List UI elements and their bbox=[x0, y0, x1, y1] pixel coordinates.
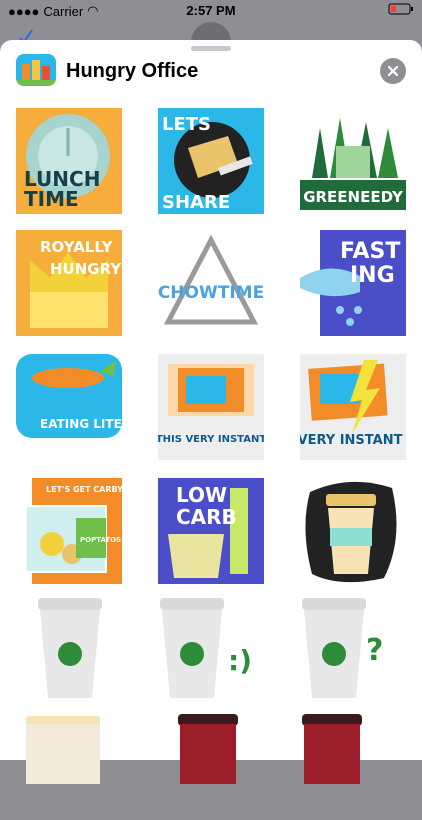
sticker-text: VERY INSTANT bbox=[300, 433, 403, 448]
sticker-text: :) bbox=[228, 644, 252, 677]
sticker-very-instant[interactable]: VERY INSTANT bbox=[300, 354, 406, 460]
sticker-lets-get-carby[interactable]: LET'S GET CARBY POPTATOS bbox=[16, 478, 122, 584]
sticker-text: FAST bbox=[340, 239, 400, 264]
sticker-text: THIS VERY INSTANT bbox=[158, 434, 264, 445]
close-button[interactable] bbox=[380, 58, 406, 84]
sticker-eating-lite[interactable]: EATING LITE bbox=[16, 354, 122, 460]
sticker-text: POPTATOS bbox=[80, 536, 121, 544]
sticker-text: LOW bbox=[176, 483, 227, 507]
battery-icon bbox=[388, 3, 414, 18]
sticker-text: ? bbox=[366, 633, 383, 668]
sticker-coffee-cup[interactable] bbox=[300, 478, 406, 584]
page-title: Hungry Office bbox=[66, 60, 199, 82]
sticker-lunch-time[interactable]: LUNCH TIME bbox=[16, 108, 122, 214]
close-icon bbox=[387, 65, 399, 77]
sticker-text: TIME bbox=[24, 187, 79, 211]
sticker-fasting[interactable]: FAST ING bbox=[300, 230, 406, 336]
sticker-coffee-cup-smile[interactable]: :) bbox=[158, 594, 264, 700]
sticker-lets-share[interactable]: LETS SHARE bbox=[158, 108, 264, 214]
sticker-greeneedy[interactable]: GREENEEDY bbox=[300, 108, 406, 214]
sticker-text: EATING LITE bbox=[40, 417, 122, 431]
sticker-mug[interactable] bbox=[24, 714, 130, 820]
sticker-text: CHOWTIME bbox=[158, 283, 264, 303]
sticker-red-cup-2[interactable] bbox=[300, 712, 406, 818]
clock: 2:57 PM bbox=[186, 3, 236, 18]
sticker-text: ING bbox=[350, 263, 395, 288]
sticker-coffee-cup-green[interactable] bbox=[30, 594, 136, 700]
sticker-sheet: Hungry Office LUNCH TIME LETS SHARE GREE… bbox=[0, 40, 422, 784]
sticker-text: SHARE bbox=[162, 192, 230, 213]
grabber-handle[interactable] bbox=[191, 46, 231, 51]
sticker-text: HUNGRY bbox=[50, 260, 122, 278]
sticker-text: GREENEEDY bbox=[303, 188, 404, 206]
app-icon bbox=[16, 54, 56, 86]
sticker-this-very-instant[interactable]: THIS VERY INSTANT bbox=[158, 354, 264, 460]
status-bar: ●●●● Carrier ◠ 2:57 PM bbox=[0, 0, 422, 22]
sticker-red-cup[interactable] bbox=[176, 712, 282, 818]
sticker-royally-hungry[interactable]: ROYALLY HUNGRY bbox=[16, 230, 122, 336]
sticker-coffee-cup-question[interactable]: ? bbox=[300, 594, 406, 700]
sticker-text: ROYALLY bbox=[40, 238, 114, 256]
sticker-text: CARB bbox=[176, 505, 237, 529]
sticker-text: LETS bbox=[162, 114, 211, 135]
sticker-low-carb[interactable]: LOW CARB bbox=[158, 478, 264, 584]
sticker-text: LET'S GET CARBY bbox=[46, 485, 122, 494]
sticker-chowtime[interactable]: CHOWTIME bbox=[158, 230, 264, 336]
